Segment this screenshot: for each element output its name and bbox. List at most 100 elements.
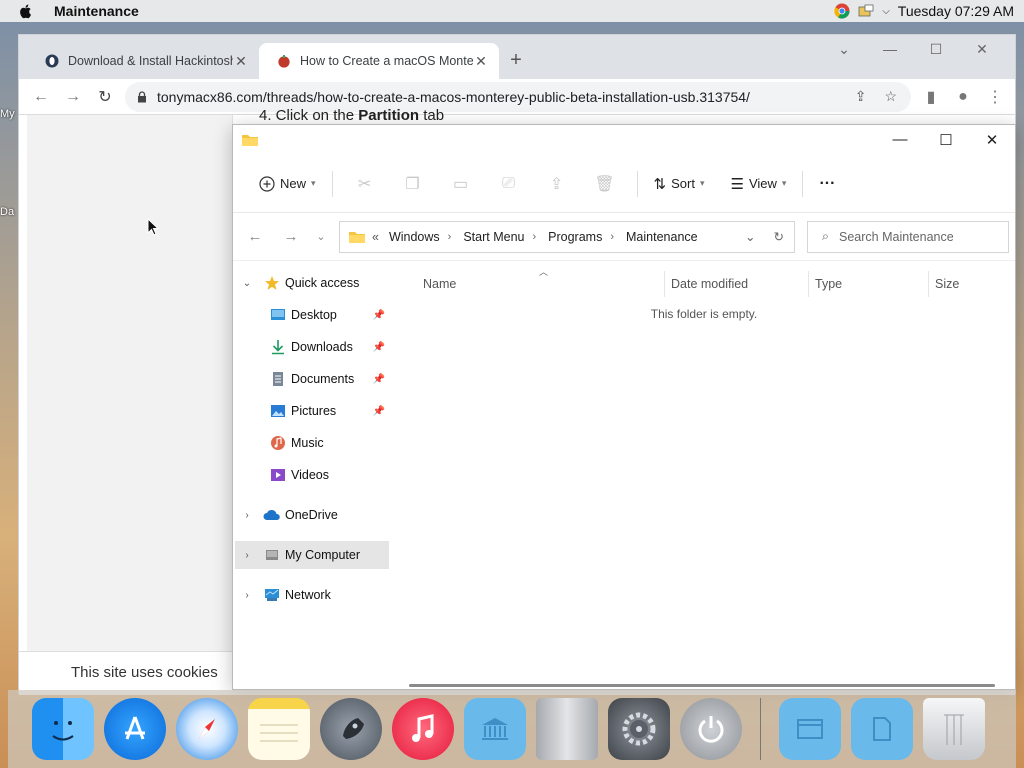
nav-item-network[interactable]: › Network <box>239 581 389 609</box>
desktop-label[interactable]: Da <box>0 206 14 218</box>
chevron-right-icon[interactable]: › <box>610 231 614 243</box>
view-list-icon: ☰ <box>730 175 744 193</box>
more-options-button[interactable]: ··· <box>811 168 843 200</box>
folder-icon[interactable] <box>779 698 841 760</box>
view-button[interactable]: ☰ View ▾ <box>723 168 795 200</box>
profile-avatar-icon[interactable]: ● <box>947 88 979 106</box>
forward-icon[interactable]: → <box>57 88 89 106</box>
minimize-icon[interactable]: — <box>877 131 923 149</box>
refresh-icon[interactable]: ↻ <box>774 229 784 244</box>
pin-icon[interactable]: 📌 <box>373 406 385 417</box>
close-tab-icon[interactable]: ✕ <box>473 53 489 70</box>
share-icon[interactable]: ⇪ <box>533 174 581 194</box>
new-tab-button[interactable]: + <box>499 43 533 79</box>
forward-icon[interactable]: → <box>273 228 309 245</box>
active-app-name[interactable]: Maintenance <box>54 3 139 19</box>
back-icon[interactable]: ← <box>237 228 273 245</box>
tab-title: Download & Install Hackintosh f <box>68 54 233 68</box>
address-bar[interactable]: tonymacx86.com/threads/how-to-create-a-m… <box>125 81 911 112</box>
trash-mesh-icon <box>944 714 964 745</box>
tab-search-icon[interactable]: ⌄ <box>821 41 867 58</box>
nav-item-onedrive[interactable]: › OneDrive <box>239 501 389 529</box>
chevron-down-icon[interactable]: ⌄ <box>239 278 255 289</box>
maximize-icon[interactable]: ☐ <box>923 131 969 149</box>
overflow-icon[interactable]: « <box>372 230 379 244</box>
menu-kebab-icon[interactable]: ⋮ <box>979 87 1011 107</box>
chevron-right-icon[interactable]: › <box>532 231 536 243</box>
breadcrumb-item[interactable]: Programs <box>548 230 602 244</box>
chevron-right-icon[interactable]: › <box>239 550 255 561</box>
share-icon[interactable]: ⇪ <box>855 88 867 105</box>
breadcrumb-item[interactable]: Windows <box>389 230 440 244</box>
chevron-right-icon[interactable]: › <box>239 590 255 601</box>
paste-icon[interactable]: ▭ <box>437 174 485 194</box>
close-tab-icon[interactable]: ✕ <box>233 53 249 70</box>
breadcrumb-item[interactable]: Maintenance <box>626 230 698 244</box>
empty-folder-message: This folder is empty. <box>650 307 758 321</box>
pin-icon[interactable]: 📌 <box>373 374 385 385</box>
app-store-icon[interactable] <box>104 698 166 760</box>
pin-icon[interactable]: 📌 <box>373 342 385 353</box>
search-input[interactable]: ⌕ Search Maintenance <box>807 220 1009 253</box>
chrome-icon[interactable] <box>834 3 850 19</box>
column-header-date-modified[interactable]: Date modified <box>665 271 809 297</box>
close-icon[interactable]: ✕ <box>969 131 1015 149</box>
copy-icon[interactable]: ❐ <box>389 174 437 194</box>
trash-icon[interactable] <box>923 698 985 760</box>
close-icon[interactable]: ✕ <box>959 41 1005 58</box>
nav-item-quick-access[interactable]: ⌄ Quick access <box>239 269 389 297</box>
horizontal-scrollbar[interactable] <box>409 684 995 687</box>
minimize-icon[interactable]: — <box>867 41 913 58</box>
file-list: ︿ Name Date modified Type Size This fold… <box>393 261 1015 689</box>
nav-item-pictures[interactable]: Pictures 📌 <box>261 397 389 425</box>
lock-icon[interactable] <box>137 90 147 103</box>
launchpad-icon[interactable] <box>320 698 382 760</box>
browser-tab-active[interactable]: How to Create a macOS Montere ✕ <box>259 43 499 79</box>
chevron-right-icon[interactable]: › <box>239 510 255 521</box>
chevron-down-icon[interactable]: ⌵ <box>882 6 890 17</box>
maximize-icon[interactable]: ☐ <box>913 41 959 58</box>
chevron-down-icon[interactable]: ⌄ <box>745 229 755 244</box>
column-header-type[interactable]: Type <box>809 271 929 297</box>
folder-icon[interactable] <box>464 698 526 760</box>
cookie-notice-text: This site uses cookies <box>71 664 218 681</box>
apple-icon[interactable] <box>18 3 34 19</box>
breadcrumb-item[interactable]: Start Menu <box>463 230 524 244</box>
rename-icon[interactable]: ⎚ <box>485 175 533 193</box>
nav-item-my-computer[interactable]: › My Computer <box>235 541 389 569</box>
pin-icon[interactable]: 📌 <box>373 310 385 321</box>
column-header-size[interactable]: Size <box>929 271 1009 297</box>
safari-icon[interactable] <box>176 698 238 760</box>
nav-item-downloads[interactable]: Downloads 📌 <box>261 333 389 361</box>
cut-icon[interactable]: ✂ <box>341 174 389 194</box>
browser-tab[interactable]: Download & Install Hackintosh f ✕ <box>27 43 259 79</box>
keyboard-icon[interactable] <box>858 3 874 19</box>
documents-icon <box>273 372 283 386</box>
explorer-address-bar[interactable]: « Windows › Start Menu › Programs › Main… <box>339 220 795 253</box>
explorer-body: ⌄ Quick access Desktop 📌 Downloads 📌 Doc… <box>233 261 1015 689</box>
back-icon[interactable]: ← <box>25 88 57 106</box>
mac-pro-icon[interactable] <box>536 698 598 760</box>
clock[interactable]: Tuesday 07:29 AM <box>898 3 1014 19</box>
bank-icon <box>482 718 508 740</box>
nav-item-documents[interactable]: Documents 📌 <box>261 365 389 393</box>
sort-button[interactable]: ⇅ Sort ▾ <box>646 168 713 200</box>
side-panel-icon[interactable]: ▮ <box>915 87 947 107</box>
delete-icon[interactable]: 🗑 <box>581 174 629 194</box>
column-header-name[interactable]: Name <box>393 271 665 297</box>
bookmark-star-icon[interactable]: ☆ <box>884 88 897 105</box>
desktop-label[interactable]: My <box>0 108 15 120</box>
power-icon[interactable] <box>680 698 742 760</box>
finder-icon[interactable] <box>32 698 94 760</box>
nav-item-videos[interactable]: Videos <box>261 461 389 489</box>
reload-icon[interactable]: ↻ <box>89 87 121 107</box>
music-icon[interactable] <box>392 698 454 760</box>
nav-item-music[interactable]: Music <box>261 429 389 457</box>
notes-icon[interactable] <box>248 698 310 760</box>
new-button[interactable]: New ▾ <box>251 168 324 200</box>
recent-locations-icon[interactable]: ⌄ <box>309 230 333 243</box>
nav-item-desktop[interactable]: Desktop 📌 <box>261 301 389 329</box>
folder-icon[interactable] <box>851 698 913 760</box>
chevron-right-icon[interactable]: › <box>448 231 452 243</box>
system-preferences-icon[interactable] <box>608 698 670 760</box>
